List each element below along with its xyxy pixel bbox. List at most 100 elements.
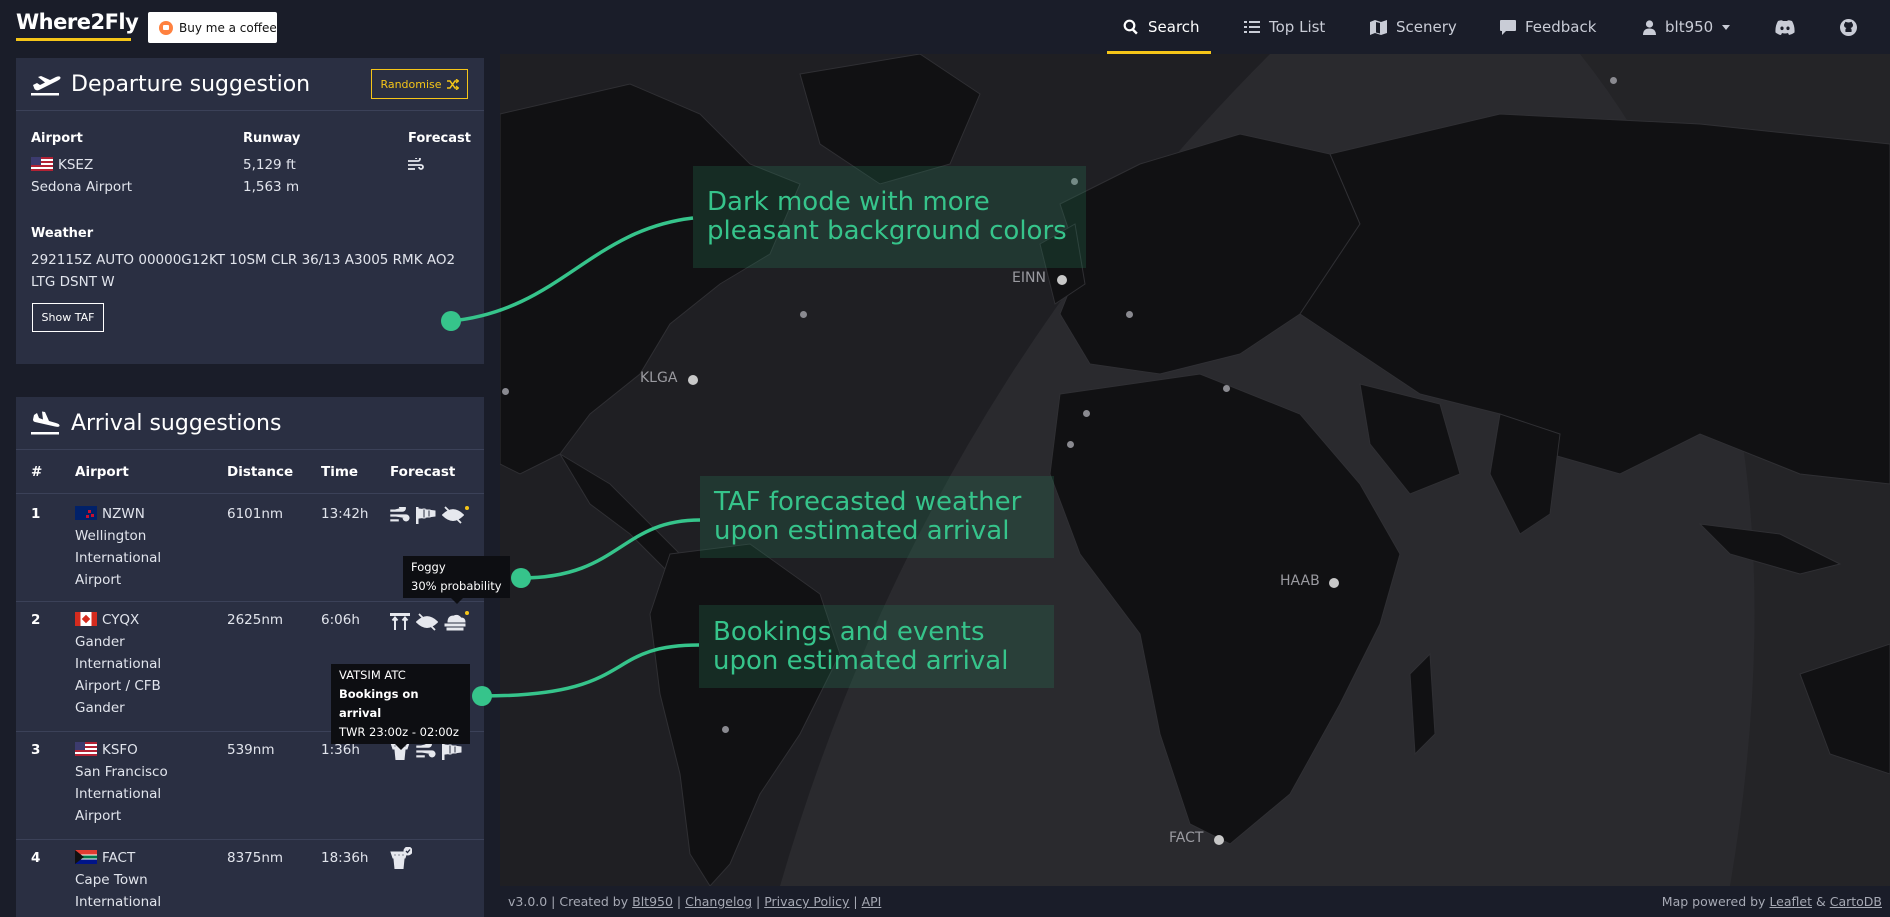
- nav-user-label: blt950: [1665, 18, 1714, 36]
- low-visibility-icon[interactable]: [442, 506, 464, 524]
- footer-leaflet-link[interactable]: Leaflet: [1769, 894, 1812, 909]
- arrivals-header: Arrival suggestions: [16, 397, 484, 450]
- footer-carto-link[interactable]: CartoDB: [1830, 894, 1882, 909]
- buy-me-coffee-button[interactable]: Buy me a coffee: [148, 12, 277, 43]
- wind-icon: [408, 158, 424, 170]
- plane-departure-icon: [31, 76, 61, 96]
- map-marker[interactable]: [1126, 311, 1133, 318]
- fog-icon[interactable]: [444, 613, 466, 631]
- row-number: 4: [31, 850, 41, 866]
- runway-meters: 1,563 m: [243, 179, 300, 195]
- row-airport-name-4: Gander: [75, 700, 125, 716]
- col-time: Time: [321, 464, 359, 480]
- tooltip-foggy-prob: 30% probability: [411, 579, 502, 593]
- departure-icao: KSEZ: [58, 157, 94, 173]
- runway-feet: 5,129 ft: [243, 157, 296, 173]
- za-flag-icon: [75, 850, 97, 864]
- comment-icon: [1500, 19, 1516, 35]
- nav-feedback[interactable]: Feedback: [1500, 0, 1596, 54]
- footer-privacy-link[interactable]: Privacy Policy: [764, 894, 849, 909]
- ca-flag-icon: [75, 612, 97, 626]
- show-taf-button[interactable]: Show TAF: [32, 303, 104, 332]
- discord-link[interactable]: [1775, 0, 1795, 54]
- discord-icon: [1775, 19, 1795, 35]
- map-marker[interactable]: [722, 726, 729, 733]
- footer-author-link[interactable]: Blt950: [632, 894, 673, 909]
- nav-user-menu[interactable]: blt950: [1643, 0, 1731, 54]
- row-icao: NZWN: [102, 506, 145, 522]
- us-flag-icon: [31, 157, 53, 171]
- departure-airport: KSEZ: [31, 154, 93, 176]
- nav-toplist[interactable]: Top List: [1244, 0, 1325, 54]
- footer: v3.0.0 | Created by Blt950 | Changelog |…: [500, 886, 1890, 917]
- arrivals-table-header: # Airport Distance Time Forecast: [16, 450, 484, 494]
- row-distance: 2625nm: [227, 612, 284, 628]
- row-airport: CYQX: [75, 609, 139, 631]
- nav-search[interactable]: Search: [1123, 0, 1200, 54]
- map-label-haab: HAAB: [1280, 573, 1320, 589]
- row-airport-name-2: International: [75, 656, 162, 672]
- map-marker[interactable]: [1067, 441, 1074, 448]
- map-icon: [1370, 19, 1387, 35]
- row-forecast-icons: [390, 613, 466, 631]
- row-number: 3: [31, 742, 41, 758]
- map-marker[interactable]: [1083, 410, 1090, 417]
- row-airport-name-3: Airport: [75, 808, 122, 824]
- randomise-label: Randomise: [380, 77, 442, 91]
- col-airport: Airport: [75, 464, 129, 480]
- coffee-icon: [159, 20, 173, 35]
- brand-logo[interactable]: Where2Fly: [16, 10, 139, 34]
- map-marker[interactable]: [800, 311, 807, 318]
- tooltip-vatsim-atc: VATSIM ATC Bookings on arrival TWR 23:00…: [331, 664, 470, 750]
- row-distance: 539nm: [227, 742, 275, 758]
- tooltip-atc-title: VATSIM ATC: [339, 668, 406, 682]
- tooltip-atc-time: TWR 23:00z - 02:00z: [339, 725, 459, 739]
- nav-feedback-label: Feedback: [1525, 18, 1597, 36]
- table-row[interactable]: 3 KSFO San Francisco International Airpo…: [16, 733, 484, 840]
- footer-amp: &: [1815, 894, 1826, 909]
- departure-airport-name: Sedona Airport: [31, 179, 133, 195]
- airport-marker-einn[interactable]: [1057, 275, 1067, 285]
- table-row[interactable]: 4 FACT Cape Town International 8375nm 18…: [16, 841, 484, 917]
- github-icon: [1840, 18, 1857, 36]
- callout-taf-line-2: upon estimated arrival: [714, 516, 1010, 546]
- map-marker[interactable]: [1223, 385, 1230, 392]
- caret-down-icon: [1722, 24, 1731, 30]
- row-distance: 8375nm: [227, 850, 284, 866]
- row-airport-name-1: Wellington: [75, 528, 147, 544]
- footer-attribution: Map powered by Leaflet & CartoDB: [1662, 894, 1882, 909]
- nz-flag-icon: [75, 506, 97, 520]
- github-link[interactable]: [1840, 0, 1857, 54]
- row-airport-name-1: Cape Town: [75, 872, 148, 888]
- atc-tower-event-icon[interactable]: [390, 847, 412, 869]
- callout-bookings-line-1: Bookings and events: [713, 616, 985, 647]
- airport-marker-haab[interactable]: [1329, 578, 1339, 588]
- callout-dark-line-1: Dark mode with more: [707, 187, 990, 217]
- row-forecast-icons: [390, 506, 464, 524]
- row-airport: FACT: [75, 847, 135, 869]
- col-forecast: Forecast: [390, 464, 456, 480]
- airport-marker-fact[interactable]: [1214, 835, 1224, 845]
- airport-marker-klga[interactable]: [688, 375, 698, 385]
- row-number: 2: [31, 612, 41, 628]
- forecast-alert-dot: [465, 506, 469, 510]
- navbar: Where2Fly Buy me a coffee Search Top Lis…: [0, 0, 1890, 54]
- footer-api-link[interactable]: API: [862, 894, 882, 909]
- airport-label: Airport: [31, 131, 83, 146]
- nav-scenery[interactable]: Scenery: [1370, 0, 1457, 54]
- metar-line-1: 292115Z AUTO 00000G12KT 10SM CLR 36/13 A…: [31, 252, 456, 268]
- nav-scenery-label: Scenery: [1396, 18, 1457, 36]
- callout-dark-mode: Dark mode with more pleasant background …: [693, 166, 1086, 268]
- wind-icon: [416, 742, 436, 757]
- list-icon: [1244, 21, 1260, 33]
- departure-panel: Departure suggestion Randomise Airport R…: [16, 58, 484, 364]
- randomise-button[interactable]: Randomise: [371, 69, 468, 99]
- low-visibility-icon[interactable]: [416, 613, 438, 631]
- nav-search-label: Search: [1148, 18, 1200, 36]
- footer-changelog-link[interactable]: Changelog: [685, 894, 752, 909]
- map-marker[interactable]: [502, 388, 509, 395]
- map-marker[interactable]: [1610, 77, 1617, 84]
- col-distance: Distance: [227, 464, 294, 480]
- tooltip-foggy-title: Foggy: [411, 560, 446, 574]
- search-icon: [1123, 19, 1138, 35]
